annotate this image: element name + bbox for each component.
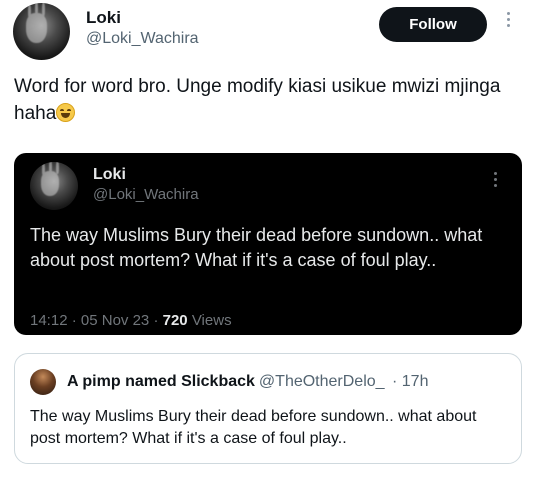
quoted-tweet-dark[interactable]: Loki @Loki_Wachira The way Muslims Bury … (14, 153, 522, 335)
grinning-sweat-emoji-icon (56, 103, 76, 122)
tweet-time: 14:12 (30, 312, 68, 329)
nested-tweet-text: The way Muslims Bury their dead before s… (30, 408, 477, 447)
quoted-author-avatar[interactable] (30, 162, 78, 210)
views-count: 720 (162, 312, 188, 329)
quoted-tweet-text: The way Muslims Bury their dead before s… (30, 225, 483, 270)
nested-author-avatar[interactable] (30, 369, 56, 395)
quoted-author-name[interactable]: Loki (93, 166, 126, 184)
follow-button[interactable]: Follow (379, 7, 487, 42)
tweet-text: Word for word bro. Unge modify kiasi usi… (14, 73, 514, 127)
author-avatar[interactable] (13, 3, 70, 60)
tweet-date: 05 Nov 23 (80, 312, 150, 329)
separator-dot: · (387, 373, 402, 390)
nested-author-handle[interactable]: @TheOtherDelo_ (259, 373, 385, 390)
quoted-tweet-light[interactable]: A pimp named Slickback @TheOtherDelo_ · 1… (14, 353, 522, 464)
nested-tweet-age: 17h (401, 373, 429, 390)
quoted-author-handle[interactable]: @Loki_Wachira (93, 186, 199, 203)
tweet-text-body: Word for word bro. Unge modify kiasi usi… (14, 76, 501, 124)
author-handle[interactable]: @Loki_Wachira (86, 30, 199, 48)
quoted-tweet-meta: 14:12 · 05 Nov 23 · 720 Views (30, 312, 232, 329)
views-label: Views (191, 312, 232, 329)
author-name[interactable]: Loki (86, 8, 121, 28)
nested-author-name[interactable]: A pimp named Slickback (67, 373, 255, 390)
quoted-more-options-icon[interactable] (494, 172, 497, 187)
more-options-icon[interactable] (503, 12, 513, 36)
nested-tweet-header: A pimp named Slickback @TheOtherDelo_ · 1… (67, 373, 428, 391)
